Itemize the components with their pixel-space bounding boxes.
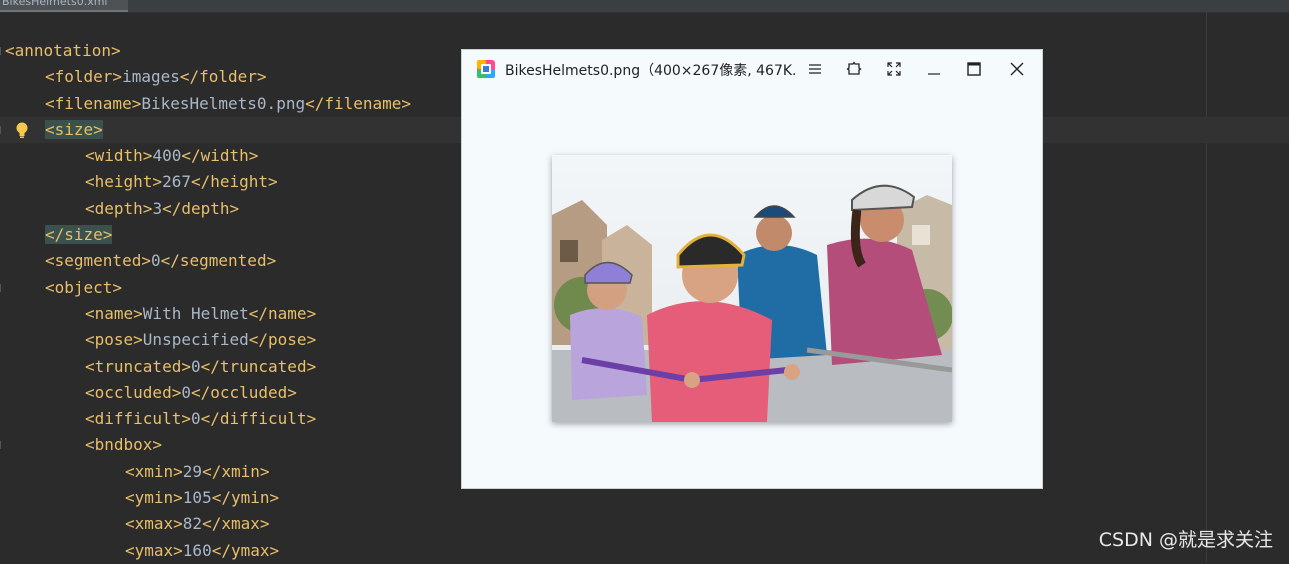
xml-value: 400 [152, 146, 182, 166]
menu-icon[interactable] [803, 58, 827, 80]
xml-open-tag: <width> [85, 146, 153, 166]
viewer-title: BikesHelmets0.png（400×267像素, 467K... [505, 63, 795, 79]
xml-open-tag: <xmax> [125, 514, 183, 534]
close-icon[interactable] [1005, 58, 1029, 80]
xml-open-tag: </size> [45, 225, 113, 245]
xml-open-tag: <object> [45, 277, 123, 297]
xml-open-tag: <pose> [85, 330, 143, 350]
xml-open-tag: <filename> [45, 93, 142, 113]
xml-open-tag: <truncated> [85, 356, 191, 376]
lightbulb-icon[interactable] [14, 121, 30, 139]
code-line[interactable]: <ymin>105</ymin> [0, 485, 1289, 511]
xml-value: 0 [181, 382, 191, 402]
xml-close-tag: </folder> [179, 67, 267, 87]
editor-tab[interactable]: BikesHelmets0.xml [0, 0, 128, 12]
xml-close-tag: </occluded> [190, 382, 297, 402]
xml-value: Unspecified [142, 330, 249, 350]
viewer-titlebar[interactable]: BikesHelmets0.png（400×267像素, 467K... [462, 50, 1042, 88]
xml-close-tag: </depth> [162, 198, 240, 218]
code-line[interactable]: <xmax>82</xmax> [0, 511, 1289, 537]
xml-value: 0 [150, 251, 161, 271]
xml-open-tag: <difficult> [85, 409, 191, 429]
xml-value: 0 [190, 356, 201, 376]
xml-open-tag: <bndbox> [85, 435, 163, 455]
fold-marker-icon[interactable] [0, 125, 7, 134]
xml-value: BikesHelmets0.png [141, 93, 306, 113]
image-viewer-window[interactable]: BikesHelmets0.png（400×267像素, 467K... [462, 50, 1042, 488]
crop-icon[interactable] [842, 58, 866, 80]
xml-open-tag: <segmented> [45, 251, 151, 271]
xml-close-tag: </ymax> [211, 540, 280, 560]
xml-close-tag: </ymin> [211, 488, 280, 508]
xml-open-tag: <depth> [85, 198, 153, 218]
code-line[interactable]: <ymax>160</ymax> [0, 538, 1289, 564]
xml-open-tag: <occluded> [85, 382, 182, 402]
xml-open-tag: <ymax> [125, 540, 183, 560]
xml-close-tag: </truncated> [200, 356, 317, 376]
xml-close-tag: </filename> [305, 93, 412, 113]
xml-close-tag: </pose> [248, 330, 317, 350]
xml-close-tag: </segmented> [160, 251, 277, 271]
xml-close-tag: </width> [181, 146, 259, 166]
xml-close-tag: </difficult> [200, 409, 317, 429]
fold-marker-icon[interactable] [0, 283, 7, 292]
xml-value: 267 [162, 172, 191, 192]
xml-value: With Helmet [142, 303, 249, 323]
xml-value: 105 [182, 488, 212, 508]
csdn-watermark: CSDN @就是求关注 [1098, 529, 1273, 551]
xml-value: images [122, 67, 180, 87]
xml-open-tag: <xmin> [125, 461, 183, 481]
photos-app-icon [477, 60, 495, 78]
xml-value: 0 [190, 409, 201, 429]
minimize-icon[interactable] [922, 58, 946, 80]
xml-close-tag: </height> [190, 172, 278, 192]
xml-open-tag: <size> [45, 119, 103, 139]
fold-marker-icon[interactable] [0, 441, 7, 450]
xml-open-tag: <height> [85, 172, 163, 192]
xml-close-tag: </xmin> [202, 461, 270, 481]
xml-value: 82 [182, 514, 203, 534]
xml-open-tag: <name> [85, 303, 143, 323]
xml-value: 3 [152, 198, 163, 218]
maximize-icon[interactable] [962, 58, 986, 80]
fullscreen-icon[interactable] [882, 58, 906, 80]
displayed-image [552, 155, 952, 422]
xml-close-tag: </xmax> [202, 514, 270, 534]
xml-open-tag: <folder> [45, 67, 123, 87]
xml-value: 160 [182, 540, 212, 560]
xml-close-tag: </name> [248, 303, 317, 323]
xml-value: 29 [182, 461, 203, 481]
xml-open-tag: <annotation> [5, 41, 121, 60]
xml-open-tag: <ymin> [125, 488, 183, 508]
editor-tab-bar: BikesHelmets0.xml [0, 0, 1289, 13]
